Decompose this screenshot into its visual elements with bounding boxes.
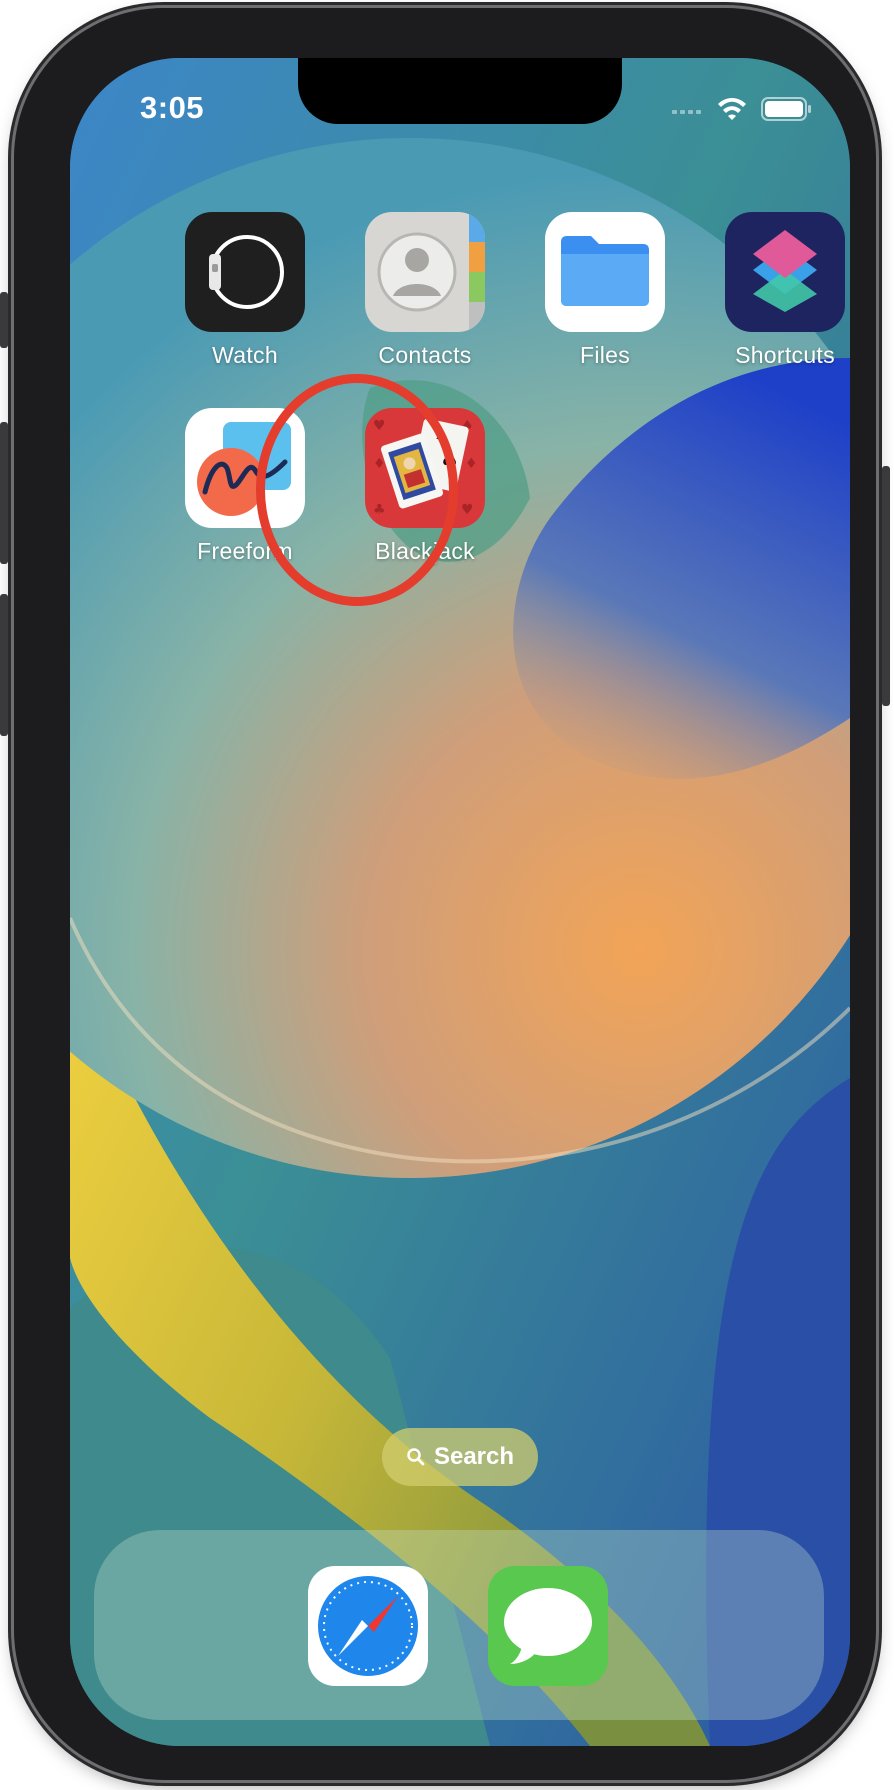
- power-button: [882, 466, 890, 706]
- search-button[interactable]: Search: [382, 1428, 538, 1486]
- app-label: Watch: [212, 342, 278, 368]
- signal-icon: [672, 110, 701, 114]
- messages-icon: [504, 1588, 592, 1664]
- app-label: Files: [579, 342, 631, 368]
- search-label: Search: [433, 1443, 515, 1470]
- volume-down-button: [0, 594, 8, 736]
- search-icon: [407, 1448, 425, 1466]
- svg-text:♦: ♦: [465, 456, 478, 472]
- highlight-circle: [256, 374, 458, 606]
- shortcuts-icon: [725, 212, 845, 332]
- battery-icon: [761, 97, 811, 121]
- home-screen: 3:05 Watch Contacts Files Shortcuts Free…: [70, 58, 850, 1746]
- safari-icon: [318, 1576, 418, 1676]
- contacts-icon: [365, 212, 485, 332]
- app-watch[interactable]: Watch: [160, 212, 330, 369]
- dock-messages[interactable]: [488, 1566, 608, 1686]
- dock-safari[interactable]: [308, 1566, 428, 1686]
- status-time: 3:05: [140, 90, 205, 125]
- app-files[interactable]: Files: [520, 212, 690, 369]
- app-label: Shortcuts: [735, 342, 835, 368]
- app-label: Contacts: [378, 342, 472, 368]
- volume-up-button: [0, 422, 8, 564]
- phone-frame: 3:05 Watch Contacts Files Shortcuts Free…: [0, 8, 890, 1780]
- files-icon: [545, 212, 665, 332]
- app-contacts[interactable]: Contacts: [340, 212, 510, 369]
- notch: [298, 58, 622, 124]
- dock: [94, 1530, 824, 1720]
- action-button: [0, 292, 8, 348]
- app-shortcuts[interactable]: Shortcuts: [700, 212, 850, 369]
- status-icons: [672, 94, 812, 124]
- watch-icon: [185, 212, 305, 332]
- wifi-icon: [718, 98, 746, 120]
- svg-text:♥: ♥: [461, 502, 474, 518]
